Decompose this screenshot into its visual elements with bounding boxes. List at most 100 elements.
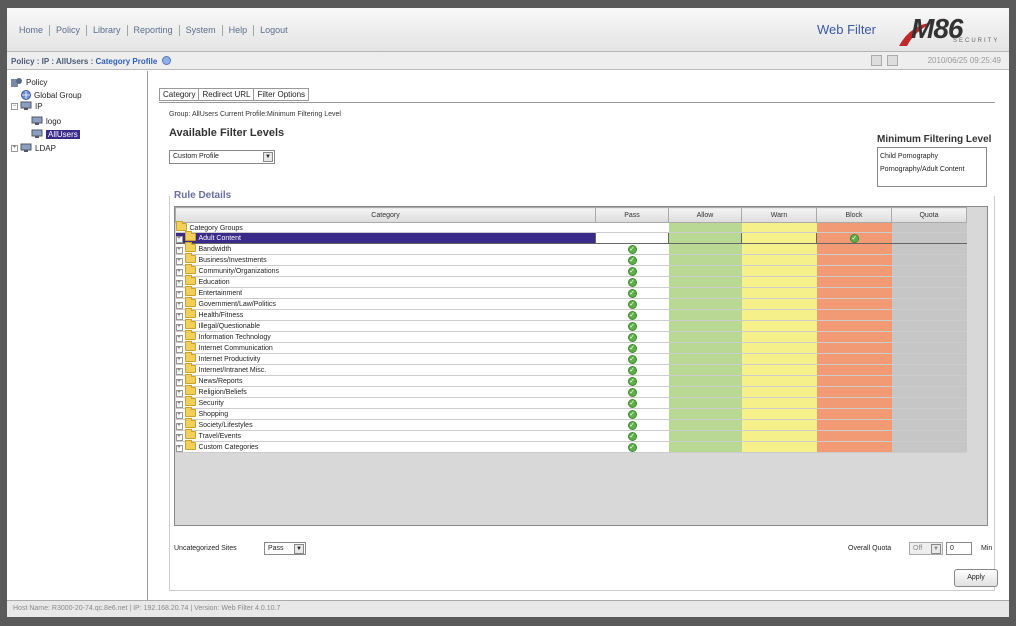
- pass-cell[interactable]: ✓: [595, 320, 669, 332]
- quota-cell[interactable]: [891, 254, 967, 266]
- block-cell[interactable]: [816, 353, 892, 365]
- table-row[interactable]: + Travel/Events ✓: [175, 429, 967, 442]
- print-icon[interactable]: [871, 55, 882, 66]
- block-cell[interactable]: [816, 441, 892, 453]
- allow-cell[interactable]: [668, 353, 742, 365]
- tree-expand-icon[interactable]: +: [11, 144, 18, 152]
- nav-logout[interactable]: Logout: [254, 25, 294, 36]
- warn-cell[interactable]: [741, 353, 817, 365]
- table-row[interactable]: + News/Reports ✓: [175, 374, 967, 387]
- nav-policy[interactable]: Policy: [50, 25, 88, 36]
- expand-icon[interactable]: +: [175, 346, 183, 353]
- quota-cell[interactable]: [891, 331, 967, 343]
- block-cell[interactable]: [816, 265, 892, 277]
- quota-cell[interactable]: [891, 320, 967, 332]
- allow-cell[interactable]: [668, 386, 742, 398]
- table-row[interactable]: + Society/Lifestyles ✓: [175, 418, 967, 431]
- apply-button[interactable]: Apply: [954, 569, 998, 587]
- tree-node-logo[interactable]: logo: [31, 116, 61, 126]
- warn-cell[interactable]: [741, 254, 817, 266]
- expand-icon[interactable]: +: [175, 445, 183, 452]
- allow-cell[interactable]: [668, 254, 742, 266]
- table-row[interactable]: + Internet Productivity ✓: [175, 352, 967, 365]
- quota-cell[interactable]: [891, 232, 967, 244]
- warn-cell[interactable]: [741, 342, 817, 354]
- pass-cell[interactable]: ✓: [595, 265, 669, 277]
- warn-cell[interactable]: [741, 309, 817, 321]
- block-cell[interactable]: [816, 342, 892, 354]
- quota-cell[interactable]: [891, 287, 967, 299]
- quota-cell[interactable]: [891, 419, 967, 431]
- quota-cell[interactable]: [891, 243, 967, 255]
- expand-icon[interactable]: +: [175, 390, 183, 397]
- allow-cell[interactable]: [668, 243, 742, 255]
- warn-cell[interactable]: [741, 320, 817, 332]
- tree-node-allusers[interactable]: AllUsers: [31, 129, 80, 139]
- allow-cell[interactable]: [668, 430, 742, 442]
- allow-cell[interactable]: [668, 298, 742, 310]
- pass-cell[interactable]: ✓: [595, 419, 669, 431]
- chevron-down-icon[interactable]: ▼: [294, 544, 304, 554]
- block-cell[interactable]: [816, 364, 892, 376]
- expand-icon[interactable]: +: [175, 269, 183, 276]
- warn-cell[interactable]: [741, 331, 817, 343]
- pass-cell[interactable]: ✓: [595, 408, 669, 420]
- quota-cell[interactable]: [891, 342, 967, 354]
- warn-cell[interactable]: [741, 386, 817, 398]
- block-cell[interactable]: [816, 243, 892, 255]
- chevron-down-icon[interactable]: ▼: [931, 544, 941, 554]
- table-row[interactable]: + Adult Content ✓: [175, 231, 967, 244]
- block-cell[interactable]: [816, 375, 892, 387]
- expand-icon[interactable]: +: [175, 291, 183, 298]
- filter-level-select[interactable]: Custom Profile ▼: [169, 150, 275, 164]
- expand-icon[interactable]: +: [175, 236, 183, 243]
- block-cell[interactable]: [816, 320, 892, 332]
- quota-cell[interactable]: [891, 408, 967, 420]
- tab-redirect-url[interactable]: Redirect URL: [198, 88, 254, 101]
- warn-cell[interactable]: [741, 441, 817, 453]
- col-header-pass[interactable]: Pass: [595, 207, 669, 223]
- pass-cell[interactable]: ✓: [595, 441, 669, 453]
- pass-cell[interactable]: ✓: [595, 353, 669, 365]
- pass-cell[interactable]: ✓: [595, 254, 669, 266]
- expand-icon[interactable]: +: [175, 302, 183, 309]
- block-cell[interactable]: [816, 298, 892, 310]
- table-row[interactable]: + Entertainment ✓: [175, 286, 967, 299]
- quota-cell[interactable]: [891, 375, 967, 387]
- pass-cell[interactable]: ✓: [595, 397, 669, 409]
- tab-filter-options[interactable]: Filter Options: [253, 88, 310, 101]
- expand-icon[interactable]: +: [175, 368, 183, 375]
- help-icon[interactable]: [161, 56, 171, 65]
- block-cell[interactable]: [816, 419, 892, 431]
- allow-cell[interactable]: [668, 276, 742, 288]
- table-row[interactable]: + Bandwidth ✓: [175, 242, 967, 255]
- warn-cell[interactable]: [741, 243, 817, 255]
- allow-cell[interactable]: [668, 397, 742, 409]
- block-cell[interactable]: [816, 287, 892, 299]
- block-cell[interactable]: [816, 276, 892, 288]
- nav-reporting[interactable]: Reporting: [128, 25, 180, 36]
- allow-cell[interactable]: [668, 232, 742, 244]
- allow-cell[interactable]: [668, 331, 742, 343]
- table-row[interactable]: + Internet Communication ✓: [175, 341, 967, 354]
- quota-cell[interactable]: [891, 441, 967, 453]
- allow-cell[interactable]: [668, 419, 742, 431]
- table-row[interactable]: + Health/Fitness ✓: [175, 308, 967, 321]
- col-header-category[interactable]: Category: [175, 207, 596, 223]
- pass-cell[interactable]: ✓: [595, 309, 669, 321]
- allow-cell[interactable]: [668, 320, 742, 332]
- table-row[interactable]: + Education ✓: [175, 275, 967, 288]
- expand-icon[interactable]: +: [175, 258, 183, 265]
- col-header-quota[interactable]: Quota: [891, 207, 967, 223]
- pass-cell[interactable]: ✓: [595, 375, 669, 387]
- warn-cell[interactable]: [741, 287, 817, 299]
- block-cell[interactable]: [816, 430, 892, 442]
- warn-cell[interactable]: [741, 430, 817, 442]
- quota-cell[interactable]: [891, 265, 967, 277]
- expand-icon[interactable]: +: [175, 423, 183, 430]
- quota-cell[interactable]: [891, 397, 967, 409]
- block-cell[interactable]: [816, 397, 892, 409]
- warn-cell[interactable]: [741, 408, 817, 420]
- quota-cell[interactable]: [891, 276, 967, 288]
- quota-cell[interactable]: [891, 386, 967, 398]
